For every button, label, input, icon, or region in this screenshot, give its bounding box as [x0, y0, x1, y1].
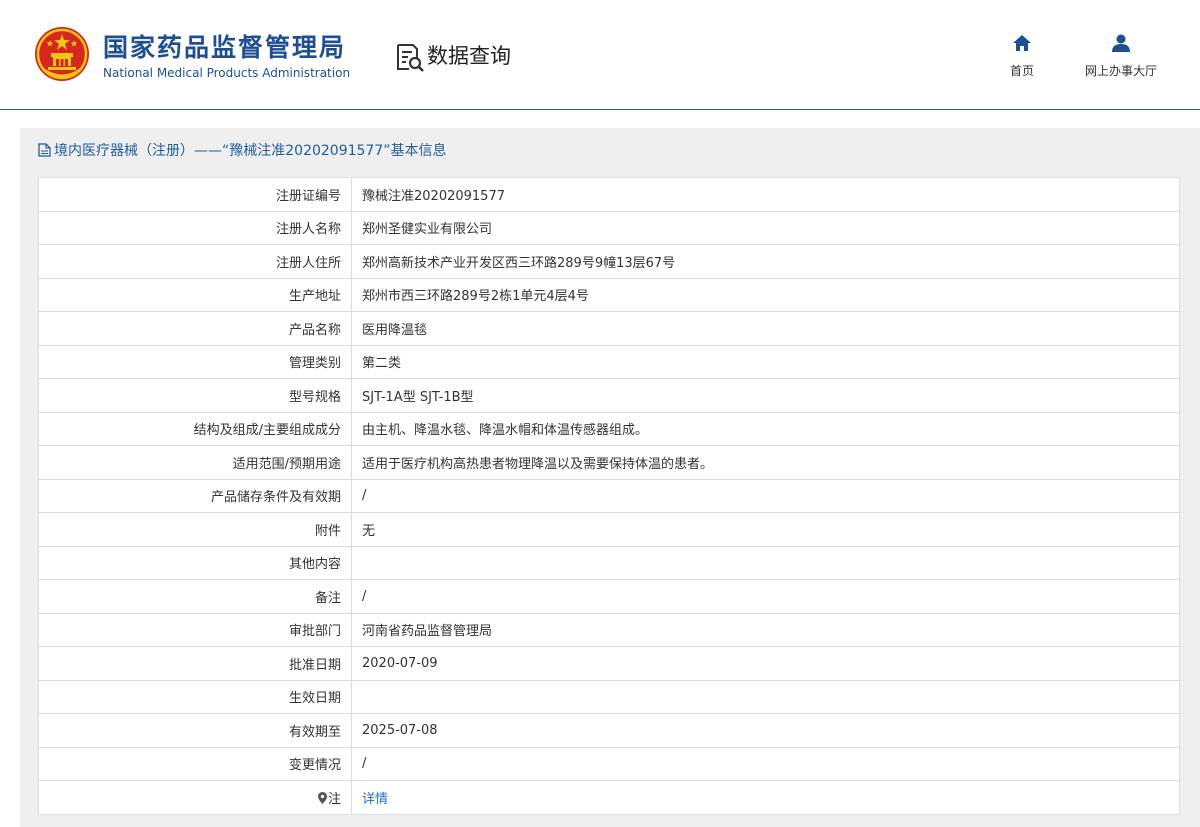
table-row: 结构及组成/主要组成成分 由主机、降温水毯、降温水帽和体温传感器组成。	[38, 411, 1180, 446]
info-table-body: 注册证编号 豫械注准20202091577 注册人名称 郑州圣健实业有限公司 注册人…	[38, 177, 1180, 815]
map-pin-icon	[317, 791, 327, 804]
field-label: 适用范围/预期用途	[38, 445, 352, 480]
table-row-note: 注 详情	[38, 780, 1180, 815]
nav-service-hall-label: 网上办事大厅	[1084, 64, 1157, 78]
field-label: 变更情况	[38, 746, 352, 781]
field-value: /	[351, 478, 1180, 513]
field-label: 注册证编号	[38, 177, 352, 212]
field-value: 郑州圣健实业有限公司	[351, 210, 1180, 245]
brand-title-en: National Medical Products Administration	[103, 66, 351, 80]
field-label: 产品名称	[38, 311, 352, 346]
document-icon	[38, 143, 51, 157]
info-table: 注册证编号 豫械注准20202091577 注册人名称 郑州圣健实业有限公司 注册人…	[38, 177, 1180, 815]
table-row: 注册证编号 豫械注准20202091577	[38, 177, 1180, 212]
table-row: 适用范围/预期用途 适用于医疗机构高热患者物理降温以及需要保持体温的患者。	[38, 445, 1180, 480]
site-header: 国家药品监督管理局 National Medical Products Admi…	[0, 0, 1200, 110]
nav-service-hall-link[interactable]: 网上办事大厅	[1072, 34, 1170, 79]
field-value: /	[351, 746, 1180, 781]
field-label: 型号规格	[38, 378, 352, 413]
field-value: SJT-1A型 SJT-1B型	[351, 378, 1180, 413]
field-label: 有效期至	[38, 713, 352, 748]
field-value: 河南省药品监督管理局	[351, 612, 1180, 647]
field-value: 2025-07-08	[351, 713, 1180, 748]
table-row: 附件无	[38, 512, 1180, 547]
home-icon	[1013, 35, 1031, 51]
section-title: 数据查询	[427, 44, 511, 68]
field-label: 审批部门	[38, 612, 352, 647]
brand-title-cn: 国家药品监督管理局	[103, 33, 347, 62]
table-row: 变更情况 /	[38, 746, 1180, 781]
field-label: 批准日期	[38, 646, 352, 681]
nav-home-label: 首页	[1009, 64, 1034, 78]
national-emblem-icon	[35, 27, 89, 81]
field-value: 郑州高新技术产业开发区西三环路289号9幢13层67号	[351, 244, 1180, 279]
field-value: 豫械注准20202091577	[351, 177, 1180, 212]
table-row: 审批部门 河南省药品监督管理局	[38, 612, 1180, 647]
field-label: 生产地址	[38, 277, 352, 312]
table-row: 其他内容	[38, 545, 1180, 580]
field-label: 注册人名称	[38, 210, 352, 245]
document-search-icon	[397, 44, 424, 72]
field-label: 生效日期	[38, 679, 352, 714]
table-row: 注册人名称 郑州圣健实业有限公司	[38, 210, 1180, 245]
field-label: 备注	[38, 579, 352, 614]
note-label: 注	[327, 791, 341, 807]
field-label: 注册人住所	[38, 244, 352, 279]
user-icon	[1112, 34, 1130, 52]
panel-title-text: 境内医疗器械（注册）——“豫械注准20202091577”基本信息	[54, 143, 447, 159]
table-row: 注册人住所 郑州高新技术产业开发区西三环路289号9幢13层67号	[38, 244, 1180, 279]
field-value	[351, 679, 1180, 714]
table-row: 备注 /	[38, 579, 1180, 614]
table-row: 产品名称 医用降温毯	[38, 311, 1180, 346]
nav-home-link[interactable]: 首页	[1002, 34, 1042, 79]
field-label: 管理类别	[38, 344, 352, 379]
field-label: 结构及组成/主要组成成分	[38, 411, 352, 446]
table-row: 管理类别 第二类	[38, 344, 1180, 379]
field-value: 2020-07-09	[351, 646, 1180, 681]
detail-panel: 境内医疗器械（注册）——“豫械注准20202091577”基本信息 注册证编号豫…	[20, 128, 1200, 827]
field-value	[351, 545, 1180, 580]
field-label: 其他内容	[38, 545, 352, 580]
table-row: 批准日期 2020-07-09	[38, 646, 1180, 681]
field-label: 产品储存条件及有效期	[38, 478, 352, 513]
field-value: 第二类	[351, 344, 1180, 379]
note-value-cell: 详情	[351, 780, 1180, 815]
details-link[interactable]: 详情	[362, 792, 388, 807]
table-row: 型号规格 SJT-1A型 SJT-1B型	[38, 378, 1180, 413]
table-row: 有效期至 2025-07-08	[38, 713, 1180, 748]
table-row: 产品储存条件及有效期 /	[38, 478, 1180, 513]
field-value: 无	[351, 512, 1180, 547]
field-label: 附件	[38, 512, 352, 547]
table-row: 生产地址 郑州市西三环路289号2栋1单元4层4号	[38, 277, 1180, 312]
note-label-cell: 注	[38, 780, 352, 815]
field-value: 医用降温毯	[351, 311, 1180, 346]
field-value: 适用于医疗机构高热患者物理降温以及需要保持体温的患者。	[351, 445, 1180, 480]
table-row: 生效日期	[38, 679, 1180, 714]
field-value: /	[351, 579, 1180, 614]
field-value: 由主机、降温水毯、降温水帽和体温传感器组成。	[351, 411, 1180, 446]
field-value: 郑州市西三环路289号2栋1单元4层4号	[351, 277, 1180, 312]
panel-title: 境内医疗器械（注册）——“豫械注准20202091577”基本信息	[38, 140, 446, 160]
